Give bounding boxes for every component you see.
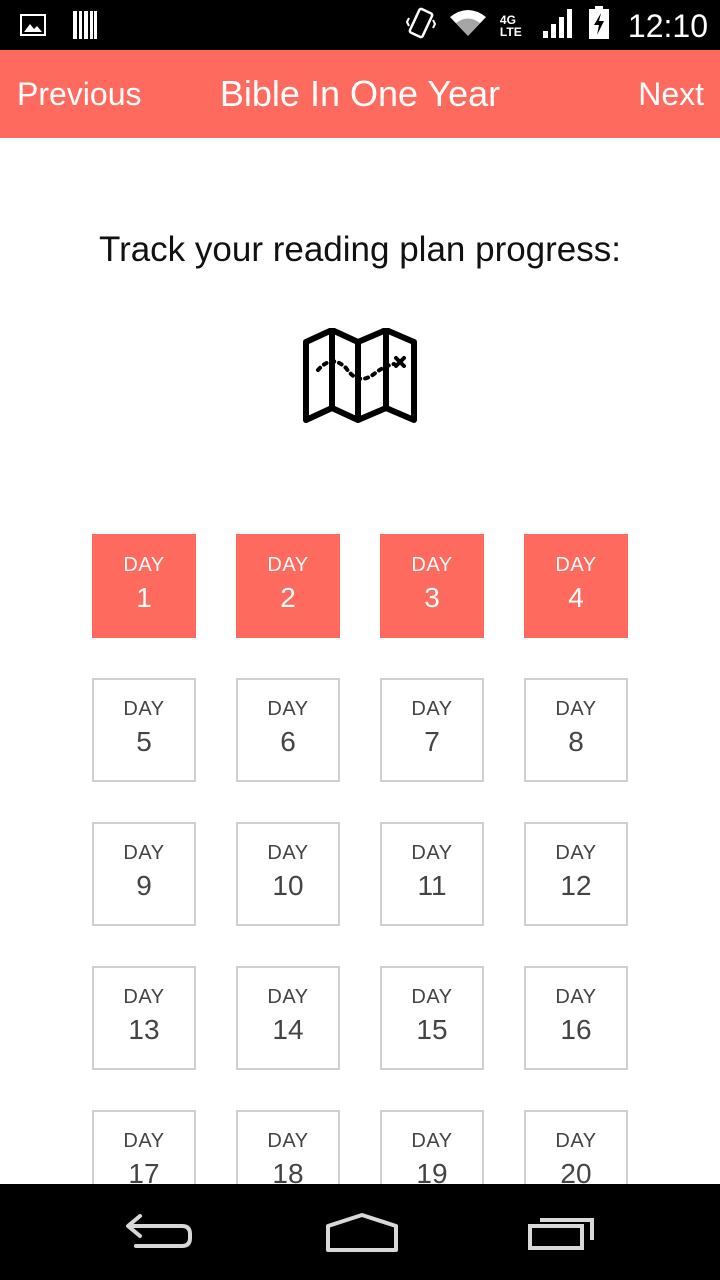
day-tile-label: DAY [411, 554, 453, 576]
day-tile-label: DAY [555, 1130, 597, 1152]
day-tile-label: DAY [411, 986, 453, 1008]
day-tile-number: 14 [272, 1014, 304, 1045]
day-tile-number: 20 [560, 1158, 592, 1184]
day-tile-number: 16 [560, 1014, 592, 1045]
day-tile-number: 3 [424, 582, 440, 613]
recent-apps-icon [528, 1218, 594, 1250]
day-tile-10[interactable]: DAY 10 [236, 822, 340, 926]
day-tile-number: 8 [568, 726, 584, 757]
next-button[interactable]: Next [638, 50, 704, 138]
day-tile-9[interactable]: DAY 9 [92, 822, 196, 926]
day-tile-number: 2 [280, 582, 296, 613]
day-tile-label: DAY [411, 698, 453, 720]
battery-icon [588, 6, 610, 45]
day-tile-2[interactable]: DAY 2 [236, 534, 340, 638]
home-icon [326, 1213, 398, 1252]
wifi-icon [448, 8, 488, 43]
day-tile-15[interactable]: DAY 15 [380, 966, 484, 1070]
day-tile-12[interactable]: DAY 12 [524, 822, 628, 926]
day-tile-3[interactable]: DAY 3 [380, 534, 484, 638]
app-bar: Previous Bible In One Year Next [0, 50, 720, 139]
day-tile-8[interactable]: DAY 8 [524, 678, 628, 782]
day-tile-number: 1 [136, 582, 152, 613]
page-title: Bible In One Year [219, 73, 501, 114]
day-tile-label: DAY [123, 698, 165, 720]
day-tile-number: 7 [424, 726, 440, 757]
day-tile-19[interactable]: DAY 19 [380, 1110, 484, 1184]
day-tile-number: 11 [417, 870, 447, 901]
day-tile-number: 9 [136, 870, 152, 901]
day-tile-7[interactable]: DAY 7 [380, 678, 484, 782]
map-icon [302, 327, 418, 428]
image-icon [20, 13, 46, 42]
progress-headline: Track your reading plan progress: [98, 230, 621, 269]
day-tile-number: 15 [416, 1014, 448, 1045]
status-clock: 12:10 [627, 7, 708, 44]
day-tile-number: 12 [560, 870, 592, 901]
home-button[interactable] [300, 1184, 420, 1280]
day-tile-18[interactable]: DAY 18 [236, 1110, 340, 1184]
day-tile-1[interactable]: DAY 1 [92, 534, 196, 638]
day-tile-number: 10 [272, 870, 304, 901]
day-tile-label: DAY [411, 1130, 453, 1152]
day-tile-label: DAY [555, 554, 597, 576]
day-tile-17[interactable]: DAY 17 [92, 1110, 196, 1184]
day-tile-label: DAY [123, 1130, 165, 1152]
day-tile-16[interactable]: DAY 16 [524, 966, 628, 1070]
day-tile-label: DAY [123, 842, 165, 864]
recent-apps-button[interactable] [502, 1184, 622, 1280]
day-tile-label: DAY [267, 1130, 309, 1152]
day-tile-13[interactable]: DAY 13 [92, 966, 196, 1070]
screen: 4G LTE 12:10 Previous Bible In One Year … [0, 0, 720, 1280]
day-tile-11[interactable]: DAY 11 [380, 822, 484, 926]
content-area[interactable]: Track your reading plan progress: DAY 1 DA… [0, 138, 720, 1184]
day-tile-14[interactable]: DAY 14 [236, 966, 340, 1070]
day-tile-label: DAY [411, 842, 453, 864]
day-tile-number: 19 [416, 1158, 448, 1184]
status-bar: 4G LTE 12:10 [0, 0, 720, 50]
day-tile-label: DAY [267, 986, 309, 1008]
day-tile-5[interactable]: DAY 5 [92, 678, 196, 782]
barcode-icon [72, 10, 98, 45]
day-tile-label: DAY [555, 986, 597, 1008]
day-tile-number: 17 [128, 1158, 160, 1184]
day-tile-label: DAY [555, 698, 597, 720]
day-tile-number: 5 [136, 726, 152, 757]
day-tile-number: 13 [128, 1014, 160, 1045]
day-tile-number: 4 [568, 582, 584, 613]
day-tile-number: 18 [272, 1158, 304, 1184]
vibrate-icon [405, 6, 437, 45]
day-tile-label: DAY [123, 554, 165, 576]
signal-icon [542, 7, 576, 44]
day-tile-label: DAY [267, 554, 309, 576]
day-tile-label: DAY [267, 698, 309, 720]
back-button[interactable] [100, 1184, 220, 1280]
day-tile-20[interactable]: DAY 20 [524, 1110, 628, 1184]
navigation-bar [0, 1184, 720, 1280]
day-tile-label: DAY [267, 842, 309, 864]
back-icon [126, 1214, 192, 1248]
network-type-label: 4G LTE [499, 12, 522, 39]
day-tile-label: DAY [123, 986, 165, 1008]
day-tile-label: DAY [555, 842, 597, 864]
day-tile-6[interactable]: DAY 6 [236, 678, 340, 782]
day-tile-number: 6 [280, 726, 296, 757]
day-tile-4[interactable]: DAY 4 [524, 534, 628, 638]
